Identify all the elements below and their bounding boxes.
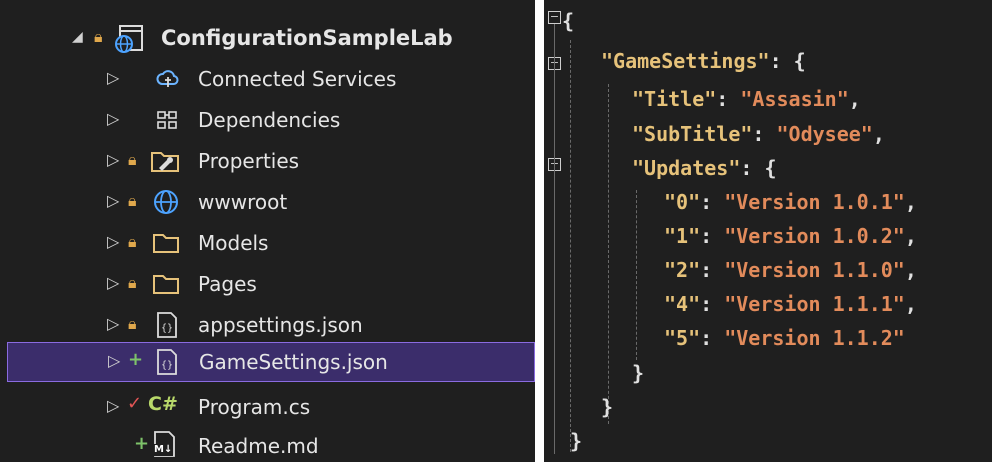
tree-item-label: Models <box>198 231 269 255</box>
code-line-1: { <box>562 9 575 33</box>
tree-item-label: wwwroot <box>198 190 288 214</box>
code-line-7: "1": "Version 1.0.2", <box>664 224 917 248</box>
globe-icon <box>152 188 180 221</box>
tree-item-label: appsettings.json <box>198 313 363 337</box>
tree-item-readme-md[interactable]: + M↓ Readme.md <box>0 426 535 467</box>
tree-item-label: Properties <box>198 149 300 173</box>
tree-item-program-cs[interactable]: ▷ ✓ C# Program.cs <box>0 387 535 428</box>
project-name: ConfigurationSampleLab <box>161 26 453 50</box>
tree-item-label: GameSettings.json <box>199 350 388 374</box>
project-node[interactable]: ◢ 🔒︎ ConfigurationSampleLab <box>0 18 535 59</box>
folder-icon <box>152 272 180 301</box>
collapsed-chevron-icon[interactable]: ▷ <box>107 70 121 86</box>
collapsed-chevron-icon[interactable]: ▷ <box>107 398 121 414</box>
collapsed-chevron-icon[interactable]: ▷ <box>108 353 122 369</box>
collapsed-chevron-icon[interactable]: ▷ <box>107 111 121 127</box>
collapsed-chevron-icon[interactable]: ▷ <box>107 193 121 209</box>
fold-range-line <box>554 24 555 454</box>
tree-item-dependencies[interactable]: ▷ Dependencies <box>0 100 535 141</box>
indent-guide <box>570 40 571 452</box>
code-line-9: "4": "Version 1.1.1", <box>664 292 917 316</box>
tree-item-wwwroot[interactable]: ▷ 🔒︎ wwwroot <box>0 182 535 223</box>
tree-item-label: Connected Services <box>198 67 397 91</box>
svg-text:{}: {} <box>161 323 173 334</box>
tree-item-label: Dependencies <box>198 108 341 132</box>
lock-icon: 🔒︎ <box>128 314 137 333</box>
fold-collapse-icon[interactable]: − <box>548 11 561 24</box>
indent-guide <box>608 84 609 424</box>
web-project-icon <box>114 23 144 58</box>
code-line-4: "SubTitle": "Odysee", <box>632 122 885 146</box>
code-line-13: } <box>570 429 583 453</box>
checked-in-icon: ✓ <box>127 393 143 414</box>
json-file-icon: {} <box>155 311 179 344</box>
tree-item-gamesettings-json[interactable]: ▷ + {} GameSettings.json <box>7 342 535 382</box>
tree-item-connected-services[interactable]: ▷ Connected Services <box>0 59 535 100</box>
tree-item-label: Readme.md <box>198 434 319 458</box>
properties-folder-icon <box>150 148 180 179</box>
expanded-chevron-icon[interactable]: ◢ <box>72 30 86 44</box>
collapsed-chevron-icon[interactable]: ▷ <box>107 234 121 250</box>
tree-item-properties[interactable]: ▷ 🔒︎ Properties <box>0 141 535 182</box>
code-line-2: "GameSettings": { <box>601 49 806 73</box>
tree-item-appsettings-json[interactable]: ▷ 🔒︎ {} appsettings.json <box>0 305 535 346</box>
lock-icon: 🔒︎ <box>128 150 137 169</box>
added-icon: + <box>128 349 144 370</box>
tree-item-label: Pages <box>198 272 257 296</box>
code-editor[interactable]: − − − { "GameSettings": { "Title": "Assa… <box>544 0 992 462</box>
svg-text:{}: {} <box>161 360 173 371</box>
markdown-badge: M↓ <box>153 444 174 456</box>
folder-icon <box>152 231 180 260</box>
code-line-10: "5": "Version 1.1.2" <box>664 326 905 350</box>
csharp-file-icon: C# <box>148 393 178 415</box>
tree-item-label: Program.cs <box>198 395 311 419</box>
lock-icon: 🔒︎ <box>128 232 137 251</box>
lock-icon: 🔒︎ <box>128 273 137 292</box>
connected-services-icon <box>156 67 180 96</box>
lock-icon: 🔒︎ <box>128 191 137 210</box>
indent-guide <box>636 190 637 360</box>
json-file-icon: {} <box>155 348 179 381</box>
collapsed-chevron-icon[interactable]: ▷ <box>107 275 121 291</box>
code-line-12: } <box>601 395 614 419</box>
lock-icon: 🔒︎ <box>94 27 103 46</box>
code-line-8: "2": "Version 1.1.0", <box>664 258 917 282</box>
tree-item-pages[interactable]: ▷ 🔒︎ Pages <box>0 264 535 305</box>
solution-explorer: ◢ 🔒︎ ConfigurationSampleLab ▷ Connected … <box>0 0 535 462</box>
markdown-file-icon: M↓ <box>152 430 178 465</box>
collapsed-chevron-icon[interactable]: ▷ <box>107 152 121 168</box>
added-icon: + <box>134 433 150 454</box>
collapsed-chevron-icon[interactable]: ▷ <box>107 316 121 332</box>
code-line-5: "Updates": { <box>632 156 777 180</box>
code-line-3: "Title": "Assasin", <box>632 87 861 111</box>
dependencies-icon <box>156 109 180 136</box>
tree-item-models[interactable]: ▷ 🔒︎ Models <box>0 223 535 264</box>
code-line-11: } <box>632 361 645 385</box>
code-line-6: "0": "Version 1.0.1", <box>664 190 917 214</box>
